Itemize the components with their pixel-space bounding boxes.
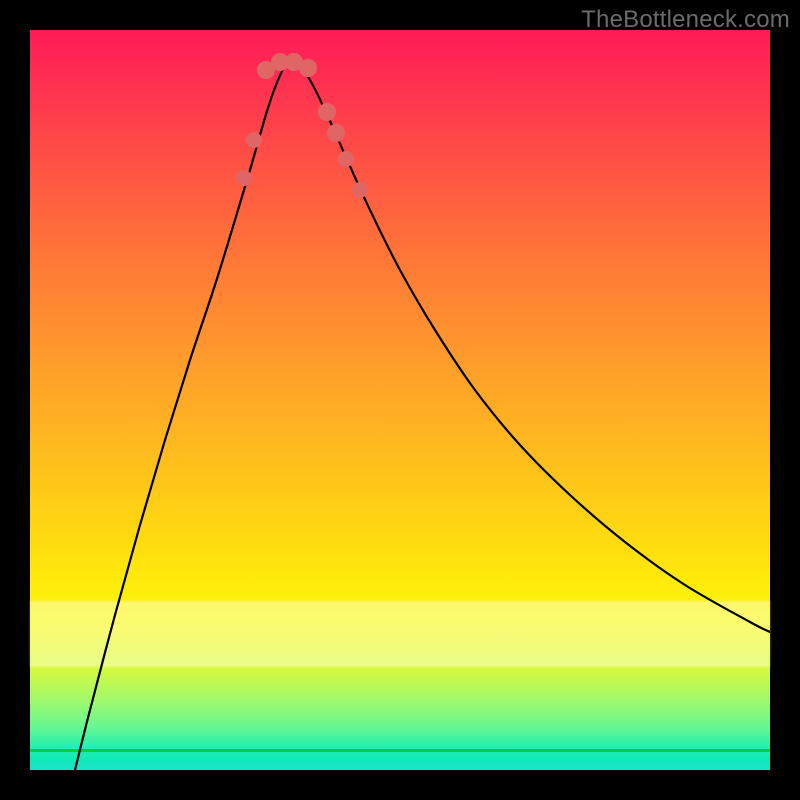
chart-frame — [30, 30, 770, 770]
chart-green-line — [30, 749, 770, 752]
chart-teal-strip — [30, 762, 770, 770]
chart-pale-band — [30, 601, 770, 667]
